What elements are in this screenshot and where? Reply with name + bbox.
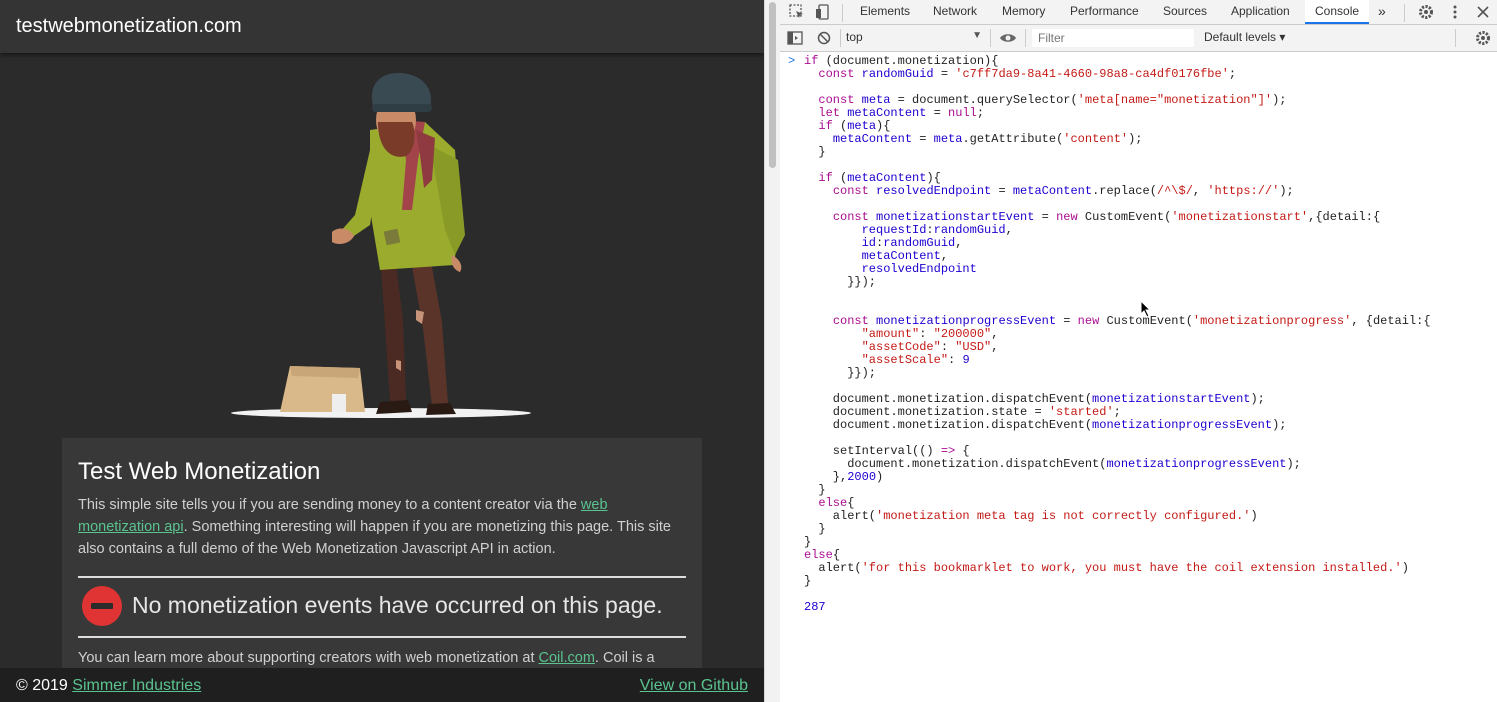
dropdown-arrow-icon: ▼ [972,30,982,41]
site-footer: © 2019 Simmer Industries View on Github [0,668,764,702]
copyright-text: © 2019 [16,677,73,694]
console-code-line: const meta = document.querySelector('met… [818,93,1287,107]
simmer-industries-link[interactable]: Simmer Industries [72,677,201,694]
console-code-line: "assetScale": 9 [861,353,970,367]
toolbar-separator [842,4,843,22]
console-code-line: } [804,535,812,549]
toolbar-separator [840,29,841,47]
tab-sources[interactable]: Sources [1163,0,1207,24]
toolbar-separator [1025,29,1026,47]
monetization-status: No monetization events have occurred on … [78,576,686,638]
eye-icon[interactable] [999,29,1017,47]
console-toolbar: top ▼ Default levels ▾ [780,25,1497,52]
toolbar-separator [1404,4,1405,22]
context-value: top [846,30,863,44]
github-link[interactable]: View on Github [640,677,748,695]
console-code-line: metaContent = meta.getAttribute('content… [832,132,1143,146]
console-code-line: }}); [847,275,877,289]
toolbar-separator [990,29,991,47]
info-card: Test Web Monetization This simple site t… [62,438,702,678]
more-text: You can learn more about supporting crea… [78,650,539,666]
sidebar-icon[interactable] [786,29,804,47]
console-code-line: document.monetization.dispatchEvent(mone… [804,418,1287,432]
console-code-line: if (metaContent){ [818,171,941,185]
console-code-line: "amount": "200000", [861,327,999,341]
beggar-illustration [231,73,531,418]
card-title: Test Web Monetization [78,458,321,485]
no-entry-icon [82,586,122,626]
console-code-line: },2000) [804,470,884,484]
console-code-line: const monetizationprogressEvent = new Cu… [832,314,1431,328]
console-code-line: metaContent, [861,249,949,263]
console-code-line: document.monetization.state = 'started'; [804,405,1121,419]
console-code-line: id:randomGuid, [861,236,963,250]
more-text-continued: . Coil is a [594,650,655,666]
console-filter-input[interactable] [1032,29,1194,47]
console-code-line: alert('for this bookmarklet to work, you… [804,561,1409,575]
coil-link[interactable]: Coil.com [539,650,595,666]
site-header: testwebmonetization.com [0,0,764,53]
page-scrollbar[interactable] [764,0,780,702]
console-code-line: const monetizationstartEvent = new Custo… [832,210,1381,224]
card-intro: This simple site tells you if you are se… [78,494,690,560]
console-code-line: if (document.monetization){ [804,54,999,68]
console-code-block: if (document.monetization){ const random… [804,55,1431,588]
tab-performance[interactable]: Performance [1070,0,1139,24]
mouse-cursor-icon [1140,300,1152,318]
status-text: No monetization events have occurred on … [132,592,663,618]
console-code-line: let metaContent = null; [818,106,985,120]
console-code-line: const resolvedEndpoint = metaContent.rep… [832,184,1294,198]
console-code-line: else{ [818,496,855,510]
tab-network[interactable]: Network [933,0,977,24]
console-code-line: else{ [804,548,841,562]
context-selector[interactable]: top ▼ [846,30,982,46]
console-code-line: }}); [847,366,877,380]
devtools-tabbar: Elements Network Memory Performance Sour… [780,0,1497,25]
toolbar-separator [1455,29,1456,47]
clear-icon[interactable] [815,29,833,47]
console-code-line: requestId:randomGuid, [861,223,1013,237]
console-code-line: if (meta){ [818,119,891,133]
console-code-line: "assetCode": "USD", [861,340,999,354]
device-icon[interactable] [814,3,832,21]
card-more-info: You can learn more about supporting crea… [78,650,698,666]
console-code-line: resolvedEndpoint [861,262,977,276]
console-result: 287 [804,600,826,614]
devtools-panel: Elements Network Memory Performance Sour… [780,0,1497,702]
inspect-icon[interactable] [788,3,806,21]
settings-icon[interactable] [1417,3,1435,21]
intro-text: This simple site tells you if you are se… [78,497,581,513]
close-icon[interactable] [1474,3,1492,21]
log-levels-dropdown[interactable]: Default levels ▾ [1204,30,1285,44]
website-viewport: testwebmonetization.com Test Web Monetiz… [0,0,764,702]
console-code-line: document.monetization.dispatchEvent(mone… [804,457,1301,471]
more-tabs-icon[interactable]: » [1378,0,1386,24]
tab-console[interactable]: Console [1305,0,1370,24]
prompt-chevron-icon: > [788,54,796,68]
scrollbar-thumb[interactable] [769,2,776,168]
console-code-line: const randomGuid = 'c7ff7da9-8a41-4660-9… [818,67,1237,81]
console-code-line: } [818,522,826,536]
console-output[interactable]: > if (document.monetization){ const rand… [780,52,1497,702]
console-code-line: setInterval(() => { [804,444,970,458]
console-code-line: alert('monetization meta tag is not corr… [804,509,1258,523]
site-title: testwebmonetization.com [16,15,242,37]
console-settings-icon[interactable] [1474,29,1492,47]
tab-memory[interactable]: Memory [1002,0,1045,24]
copyright: © 2019 Simmer Industries [16,677,201,695]
console-code-line: } [818,145,826,159]
tab-application[interactable]: Application [1231,0,1290,24]
console-code-line: document.monetization.dispatchEvent(mone… [804,392,1265,406]
more-icon[interactable] [1446,3,1464,21]
console-code-line: } [804,574,812,588]
console-code-line: } [818,483,826,497]
tab-elements[interactable]: Elements [860,0,910,24]
